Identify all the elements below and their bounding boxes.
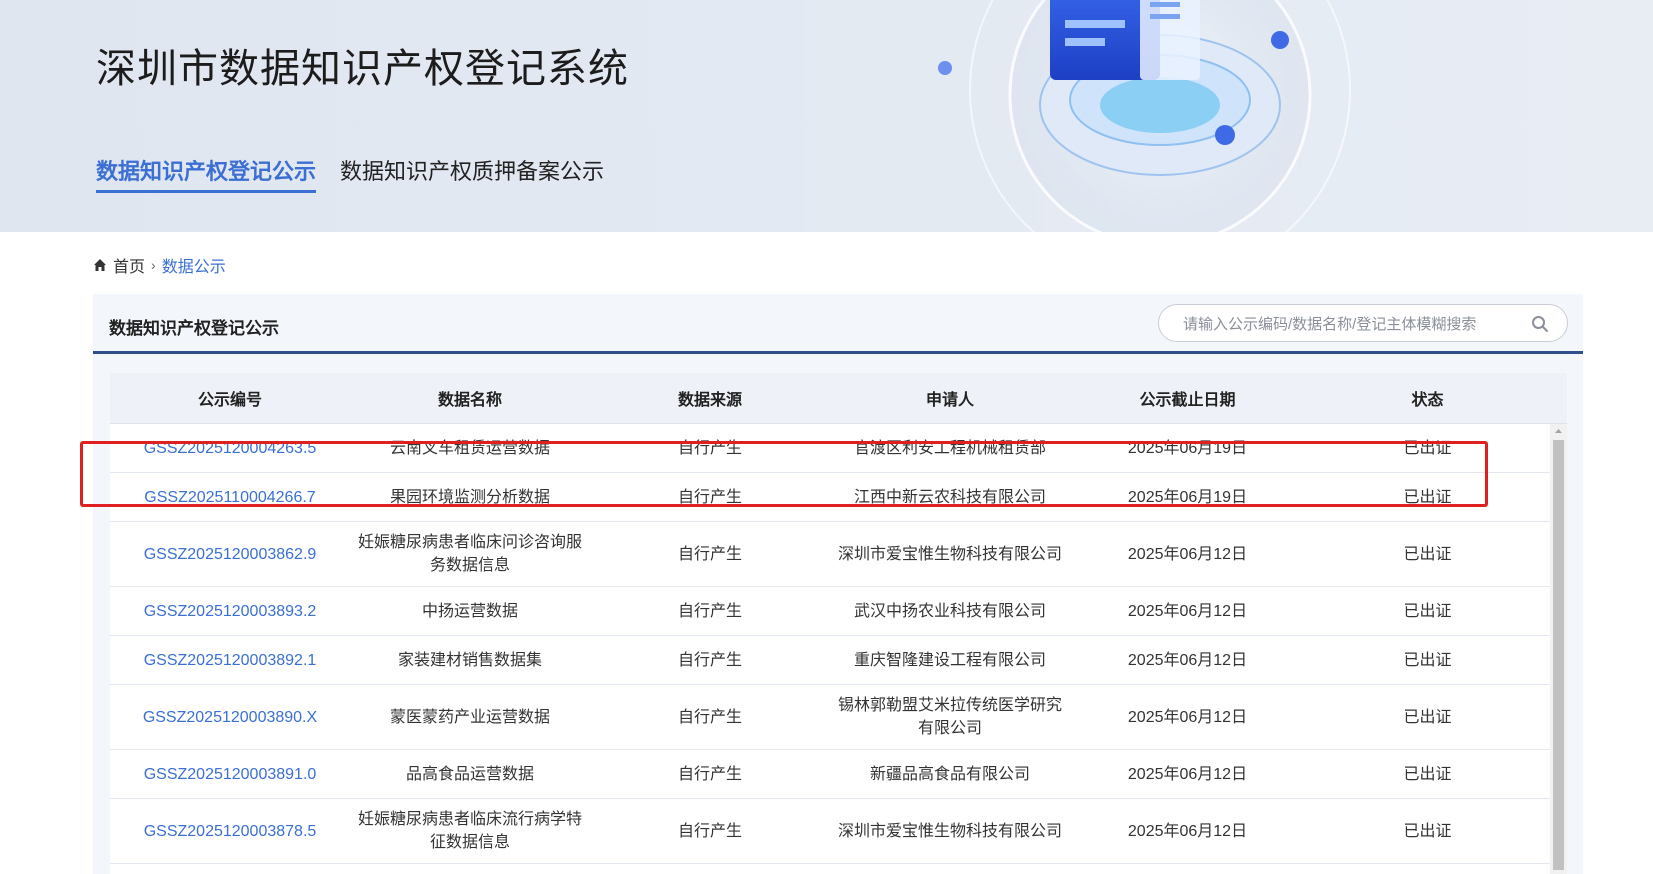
notice-code-link[interactable]: GSSZ2025120003878.5 bbox=[110, 799, 350, 863]
column-header-deadline: 公示截止日期 bbox=[1139, 392, 1236, 409]
applicant-cell: 深圳市爱宝惟生物科技有限公司 bbox=[838, 822, 1063, 840]
applicant-cell: 武汉中扬农业科技有限公司 bbox=[853, 602, 1046, 620]
notice-code-link[interactable]: GSSZ2025110004266.7 bbox=[110, 473, 350, 521]
deadline-cell: 2025年06月19日 bbox=[1127, 439, 1248, 457]
table-header: 公示编号 数据名称 数据来源 申请人 公示截止日期 状态 bbox=[110, 373, 1567, 424]
notice-code-link[interactable]: GSSZ2025120003893.2 bbox=[110, 587, 350, 635]
data-source-cell: 自行产生 bbox=[677, 651, 742, 669]
column-header-status: 状态 bbox=[1411, 392, 1444, 409]
deadline-cell: 2025年06月19日 bbox=[1127, 488, 1248, 506]
breadcrumb-home[interactable]: 首页 bbox=[113, 253, 145, 277]
column-header-applicant: 申请人 bbox=[925, 392, 974, 409]
deadline-cell: 2025年06月12日 bbox=[1127, 708, 1248, 726]
table-body: GSSZ2025120004263.5 云南叉车租赁运营数据 自行产生 官渡区利… bbox=[110, 424, 1550, 864]
applicant-cell: 官渡区利安工程机械租赁部 bbox=[853, 439, 1046, 457]
applicant-cell: 新疆品高食品有限公司 bbox=[869, 765, 1030, 783]
table-row[interactable]: GSSZ2025120003891.0 品高食品运营数据 自行产生 新疆品高食品… bbox=[110, 750, 1550, 799]
applicant-cell: 锡林郭勒盟艾米拉传统医学研究有限公司 bbox=[838, 697, 1063, 737]
status-cell: 已出证 bbox=[1403, 765, 1452, 783]
scroll-up-icon[interactable] bbox=[1550, 424, 1567, 438]
tab-registration-notice[interactable]: 数据知识产权登记公示 bbox=[96, 154, 317, 193]
panel-title: 数据知识产权登记公示 bbox=[109, 319, 279, 338]
data-source-cell: 自行产生 bbox=[677, 765, 742, 783]
table-row[interactable]: GSSZ2025120003892.1 家装建材销售数据集 自行产生 重庆智隆建… bbox=[110, 636, 1550, 685]
applicant-cell: 重庆智隆建设工程有限公司 bbox=[853, 651, 1046, 669]
notice-code-link[interactable]: GSSZ2025120003890.X bbox=[110, 685, 350, 749]
table-row[interactable]: GSSZ2025120003878.5 妊娠糖尿病患者临床流行病学特征数据信息 … bbox=[110, 799, 1550, 864]
status-cell: 已出证 bbox=[1403, 602, 1452, 620]
status-cell: 已出证 bbox=[1403, 439, 1452, 457]
deadline-cell: 2025年06月12日 bbox=[1127, 651, 1248, 669]
table-row[interactable]: GSSZ2025110004266.7 果园环境监测分析数据 自行产生 江西中新… bbox=[110, 473, 1550, 522]
data-source-cell: 自行产生 bbox=[677, 708, 742, 726]
status-cell: 已出证 bbox=[1403, 545, 1452, 563]
table-scrollbar[interactable] bbox=[1550, 424, 1567, 874]
deadline-cell: 2025年06月12日 bbox=[1127, 602, 1248, 620]
column-header-source: 数据来源 bbox=[677, 392, 742, 409]
applicant-cell: 江西中新云农科技有限公司 bbox=[853, 488, 1046, 506]
data-name-cell: 中扬运营数据 bbox=[421, 602, 518, 620]
notice-code-link[interactable]: GSSZ2025120004263.5 bbox=[110, 424, 350, 472]
data-name-cell: 家装建材销售数据集 bbox=[397, 651, 542, 669]
breadcrumb-separator: › bbox=[151, 257, 156, 273]
status-cell: 已出证 bbox=[1403, 651, 1452, 669]
table-row[interactable]: GSSZ2025120003862.9 妊娠糖尿病患者临床问诊咨询服务数据信息 … bbox=[110, 522, 1550, 587]
banner-illustration bbox=[938, 0, 1351, 232]
data-name-cell: 妊娠糖尿病患者临床问诊咨询服务数据信息 bbox=[358, 534, 583, 574]
column-header-code: 公示编号 bbox=[197, 392, 262, 409]
scrollbar-thumb[interactable] bbox=[1553, 440, 1564, 870]
search-input[interactable] bbox=[1181, 313, 1515, 335]
data-name-cell: 果园环境监测分析数据 bbox=[389, 488, 550, 506]
home-icon bbox=[94, 259, 106, 271]
header-banner: 深圳市数据知识产权登记系统 数据知识产权登记公示 数据知识产权质押备案公示 bbox=[0, 0, 1653, 232]
data-name-cell: 蒙医蒙药产业运营数据 bbox=[389, 708, 550, 726]
notice-code-link[interactable]: GSSZ2025120003862.9 bbox=[110, 522, 350, 586]
panel-header: 数据知识产权登记公示 bbox=[93, 294, 1583, 354]
breadcrumb-current[interactable]: 数据公示 bbox=[162, 253, 226, 277]
data-name-cell: 妊娠糖尿病患者临床流行病学特征数据信息 bbox=[358, 811, 583, 851]
applicant-cell: 深圳市爱宝惟生物科技有限公司 bbox=[838, 545, 1063, 563]
data-name-cell: 品高食品运营数据 bbox=[405, 765, 534, 783]
deadline-cell: 2025年06月12日 bbox=[1127, 822, 1248, 840]
data-source-cell: 自行产生 bbox=[677, 602, 742, 620]
deadline-cell: 2025年06月12日 bbox=[1127, 765, 1248, 783]
notice-panel: 数据知识产权登记公示 公示编号 数据名称 数据来源 申请人 公示截止日期 状态 … bbox=[93, 294, 1583, 874]
search-box bbox=[1158, 304, 1568, 342]
status-cell: 已出证 bbox=[1403, 488, 1452, 506]
notice-table: 公示编号 数据名称 数据来源 申请人 公示截止日期 状态 GSSZ2025120… bbox=[110, 373, 1567, 874]
deadline-cell: 2025年06月12日 bbox=[1127, 545, 1248, 563]
data-source-cell: 自行产生 bbox=[677, 822, 742, 840]
data-name-cell: 云南叉车租赁运营数据 bbox=[389, 439, 550, 457]
data-source-cell: 自行产生 bbox=[677, 545, 742, 563]
breadcrumb: 首页 › 数据公示 bbox=[93, 253, 226, 277]
notice-code-link[interactable]: GSSZ2025120003892.1 bbox=[110, 636, 350, 684]
column-header-name: 数据名称 bbox=[437, 392, 502, 409]
notice-code-link[interactable]: GSSZ2025120003891.0 bbox=[110, 750, 350, 798]
table-row[interactable]: GSSZ2025120004263.5 云南叉车租赁运营数据 自行产生 官渡区利… bbox=[110, 424, 1550, 473]
tab-pledge-notice[interactable]: 数据知识产权质押备案公示 bbox=[340, 154, 604, 190]
data-source-cell: 自行产生 bbox=[677, 439, 742, 457]
search-icon[interactable] bbox=[1531, 315, 1549, 333]
status-cell: 已出证 bbox=[1403, 822, 1452, 840]
table-row[interactable]: GSSZ2025120003893.2 中扬运营数据 自行产生 武汉中扬农业科技… bbox=[110, 587, 1550, 636]
table-row[interactable]: GSSZ2025120003890.X 蒙医蒙药产业运营数据 自行产生 锡林郭勒… bbox=[110, 685, 1550, 750]
status-cell: 已出证 bbox=[1403, 708, 1452, 726]
data-source-cell: 自行产生 bbox=[677, 488, 742, 506]
site-title: 深圳市数据知识产权登记系统 bbox=[96, 47, 629, 91]
